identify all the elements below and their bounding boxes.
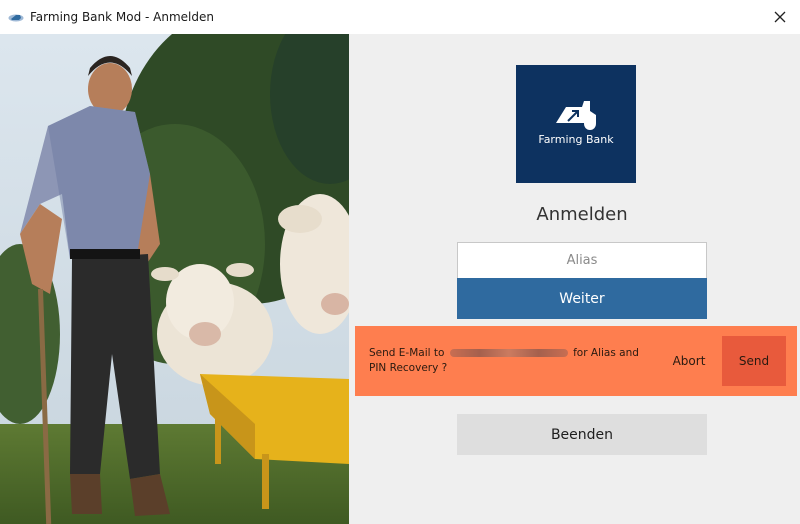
- redacted-email: [449, 349, 568, 357]
- close-button[interactable]: [760, 0, 800, 34]
- app-logo: Farming Bank: [516, 65, 636, 183]
- farmer-cows-photo: [0, 34, 349, 524]
- recovery-banner: Send E-Mail to for Alias and PIN Recover…: [355, 326, 797, 396]
- send-button[interactable]: Send: [722, 336, 786, 386]
- title-bar: Farming Bank Mod - Anmelden: [0, 0, 800, 34]
- quit-button[interactable]: Beenden: [457, 414, 707, 455]
- abort-button[interactable]: Abort: [661, 348, 717, 374]
- page-title: Anmelden: [536, 204, 628, 225]
- app-icon: [8, 14, 24, 22]
- close-icon: [774, 11, 786, 23]
- alias-input[interactable]: [457, 242, 707, 278]
- recovery-message: Send E-Mail to for Alias and PIN Recover…: [369, 346, 639, 376]
- recovery-text-before: Send E-Mail to: [369, 347, 445, 359]
- logo-text: Farming Bank: [538, 133, 614, 146]
- login-window: Farming Bank Mod - Anmelden Farming Bank…: [0, 0, 800, 524]
- window-title: Farming Bank Mod - Anmelden: [30, 10, 214, 24]
- tractor-icon: [556, 101, 596, 130]
- next-button[interactable]: Weiter: [457, 278, 707, 319]
